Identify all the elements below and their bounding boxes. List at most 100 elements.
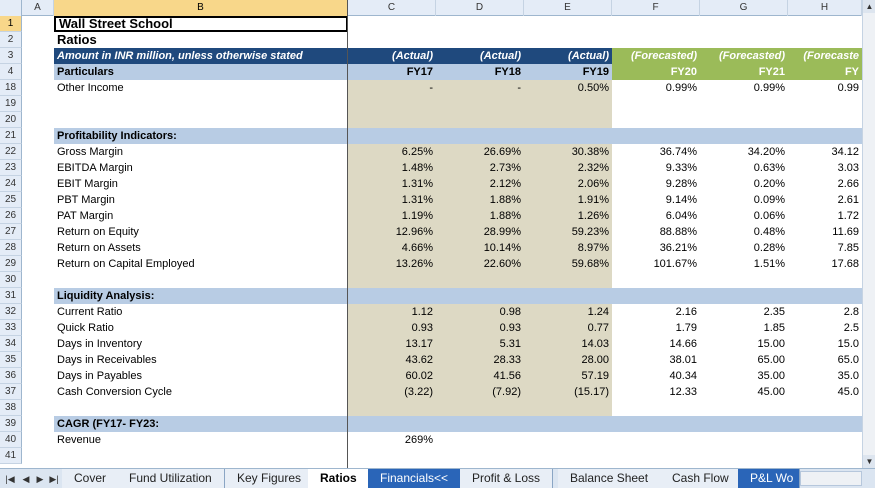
cell-d18[interactable]: -: [436, 80, 524, 96]
cell-c18[interactable]: -: [348, 80, 436, 96]
cell-e41[interactable]: [524, 448, 612, 464]
cell-g41[interactable]: [700, 448, 788, 464]
cell-a21[interactable]: [22, 128, 54, 144]
column-header-g[interactable]: G: [700, 0, 788, 16]
cell-e27[interactable]: 59.23%: [524, 224, 612, 240]
cell-a41[interactable]: [22, 448, 54, 464]
cell-h26[interactable]: 1.72: [788, 208, 862, 224]
cell-c24[interactable]: 1.31%: [348, 176, 436, 192]
cell-h4[interactable]: FY: [788, 64, 862, 80]
cell-f32[interactable]: 2.16: [612, 304, 700, 320]
cell-f40[interactable]: [612, 432, 700, 448]
cell-c32[interactable]: 1.12: [348, 304, 436, 320]
vertical-scrollbar[interactable]: ▲ ▼: [862, 0, 875, 468]
cell-b31[interactable]: Liquidity Analysis:: [54, 288, 348, 304]
cell-g26[interactable]: 0.06%: [700, 208, 788, 224]
cell-f41[interactable]: [612, 448, 700, 464]
cell-f33[interactable]: 1.79: [612, 320, 700, 336]
cell-a26[interactable]: [22, 208, 54, 224]
cell-g31[interactable]: [700, 288, 788, 304]
row-header[interactable]: 37: [0, 384, 22, 400]
cell-b33[interactable]: Quick Ratio: [54, 320, 348, 336]
row-header[interactable]: 34: [0, 336, 22, 352]
cell-d25[interactable]: 1.88%: [436, 192, 524, 208]
row-header[interactable]: 32: [0, 304, 22, 320]
cell-a4[interactable]: [22, 64, 54, 80]
cell-b30[interactable]: [54, 272, 348, 288]
cell-d26[interactable]: 1.88%: [436, 208, 524, 224]
cell-e23[interactable]: 2.32%: [524, 160, 612, 176]
row-header[interactable]: 25: [0, 192, 22, 208]
cell-a32[interactable]: [22, 304, 54, 320]
cell-d29[interactable]: 22.60%: [436, 256, 524, 272]
cell-c19[interactable]: [348, 96, 436, 112]
cell-e38[interactable]: [524, 400, 612, 416]
cell-f27[interactable]: 88.88%: [612, 224, 700, 240]
cell-d31[interactable]: [436, 288, 524, 304]
cell-e32[interactable]: 1.24: [524, 304, 612, 320]
cell-e30[interactable]: [524, 272, 612, 288]
cell-a22[interactable]: [22, 144, 54, 160]
cell-d19[interactable]: [436, 96, 524, 112]
cell-h23[interactable]: 3.03: [788, 160, 862, 176]
cell-g18[interactable]: 0.99%: [700, 80, 788, 96]
cell-b28[interactable]: Return on Assets: [54, 240, 348, 256]
cell-a23[interactable]: [22, 160, 54, 176]
cell-h36[interactable]: 35.0: [788, 368, 862, 384]
last-sheet-icon[interactable]: ▶|: [48, 472, 60, 486]
cell-d41[interactable]: [436, 448, 524, 464]
cell-d32[interactable]: 0.98: [436, 304, 524, 320]
cell-c1[interactable]: [348, 16, 436, 32]
cell-b25[interactable]: PBT Margin: [54, 192, 348, 208]
cell-f19[interactable]: [612, 96, 700, 112]
cell-g3[interactable]: (Forecasted): [700, 48, 788, 64]
cell-a28[interactable]: [22, 240, 54, 256]
cell-a3[interactable]: [22, 48, 54, 64]
cell-f21[interactable]: [612, 128, 700, 144]
cell-f28[interactable]: 36.21%: [612, 240, 700, 256]
cell-a19[interactable]: [22, 96, 54, 112]
scroll-up-arrow-icon[interactable]: ▲: [863, 0, 875, 13]
cell-b34[interactable]: Days in Inventory: [54, 336, 348, 352]
cell-f36[interactable]: 40.34: [612, 368, 700, 384]
cell-d4[interactable]: FY18: [436, 64, 524, 80]
tab-pl-workings[interactable]: P&L Wo: [738, 469, 800, 488]
cell-h3[interactable]: (Forecaste: [788, 48, 862, 64]
cell-d3[interactable]: (Actual): [436, 48, 524, 64]
cell-d1[interactable]: [436, 16, 524, 32]
cell-e40[interactable]: [524, 432, 612, 448]
cell-c27[interactable]: 12.96%: [348, 224, 436, 240]
cell-c20[interactable]: [348, 112, 436, 128]
cell-g24[interactable]: 0.20%: [700, 176, 788, 192]
cell-d21[interactable]: [436, 128, 524, 144]
cell-g2[interactable]: [700, 32, 788, 48]
cell-a1[interactable]: [22, 16, 54, 32]
cell-d36[interactable]: 41.56: [436, 368, 524, 384]
cell-h21[interactable]: [788, 128, 862, 144]
cell-e4[interactable]: FY19: [524, 64, 612, 80]
cell-d40[interactable]: [436, 432, 524, 448]
row-header[interactable]: 4: [0, 64, 22, 80]
cell-b37[interactable]: Cash Conversion Cycle: [54, 384, 348, 400]
cell-d34[interactable]: 5.31: [436, 336, 524, 352]
cell-d20[interactable]: [436, 112, 524, 128]
cell-g38[interactable]: [700, 400, 788, 416]
tab-ratios[interactable]: Ratios: [308, 469, 370, 488]
cell-g28[interactable]: 0.28%: [700, 240, 788, 256]
row-header[interactable]: 23: [0, 160, 22, 176]
cell-a29[interactable]: [22, 256, 54, 272]
cell-f18[interactable]: 0.99%: [612, 80, 700, 96]
cell-a33[interactable]: [22, 320, 54, 336]
cell-f31[interactable]: [612, 288, 700, 304]
cell-d38[interactable]: [436, 400, 524, 416]
cell-f26[interactable]: 6.04%: [612, 208, 700, 224]
row-header[interactable]: 40: [0, 432, 22, 448]
cell-g30[interactable]: [700, 272, 788, 288]
cell-a24[interactable]: [22, 176, 54, 192]
cell-b4[interactable]: Particulars: [54, 64, 348, 80]
cell-e19[interactable]: [524, 96, 612, 112]
cell-d37[interactable]: (7.92): [436, 384, 524, 400]
cell-h32[interactable]: 2.8: [788, 304, 862, 320]
cell-e24[interactable]: 2.06%: [524, 176, 612, 192]
cell-e39[interactable]: [524, 416, 612, 432]
